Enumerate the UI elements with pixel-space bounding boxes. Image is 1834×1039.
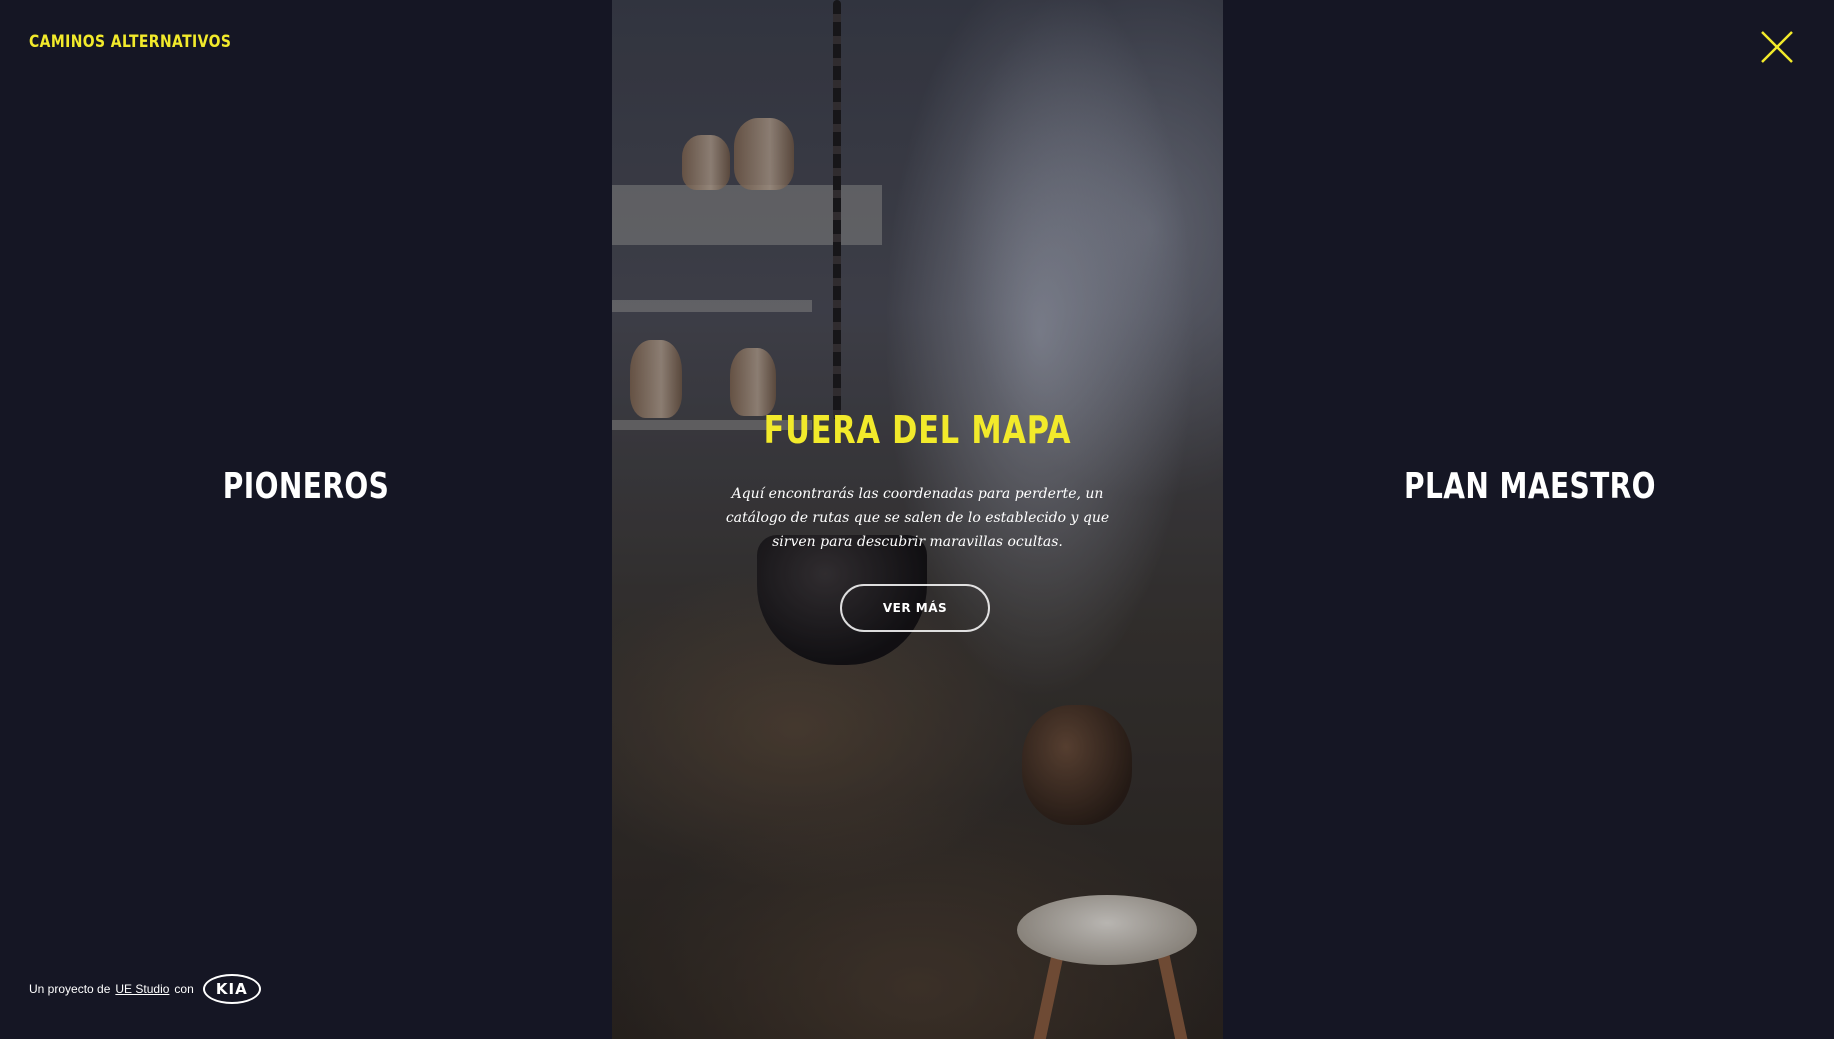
credit-connector: con bbox=[174, 982, 194, 996]
section-plan-maestro[interactable] bbox=[1223, 0, 1834, 1039]
ue-studio-link[interactable]: UE Studio bbox=[115, 982, 169, 996]
credit-prefix: Un proyecto de bbox=[29, 982, 111, 996]
section-title-fuera-del-mapa: FUERA DEL MAPA bbox=[763, 408, 1072, 452]
kia-logo[interactable]: KIA bbox=[202, 974, 261, 1004]
close-icon bbox=[1761, 31, 1793, 63]
footer-credit: Un proyecto de UE Studio con KIA bbox=[29, 974, 261, 1004]
site-logo[interactable]: CAMINOS ALTERNATIVOS bbox=[29, 32, 231, 52]
section-description: Aquí encontrarás las coordenadas para pe… bbox=[725, 486, 1110, 550]
center-content: FUERA DEL MAPA Aquí encontrarás las coor… bbox=[612, 0, 1223, 1039]
section-title-plan-maestro[interactable]: PLAN MAESTRO bbox=[1374, 466, 1686, 507]
close-button[interactable] bbox=[1757, 27, 1797, 67]
section-title-pioneros[interactable]: PIONEROS bbox=[150, 466, 462, 507]
ver-mas-button[interactable]: VER MÁS bbox=[840, 584, 990, 632]
section-pioneros[interactable]: PIONEROS bbox=[0, 0, 611, 1039]
